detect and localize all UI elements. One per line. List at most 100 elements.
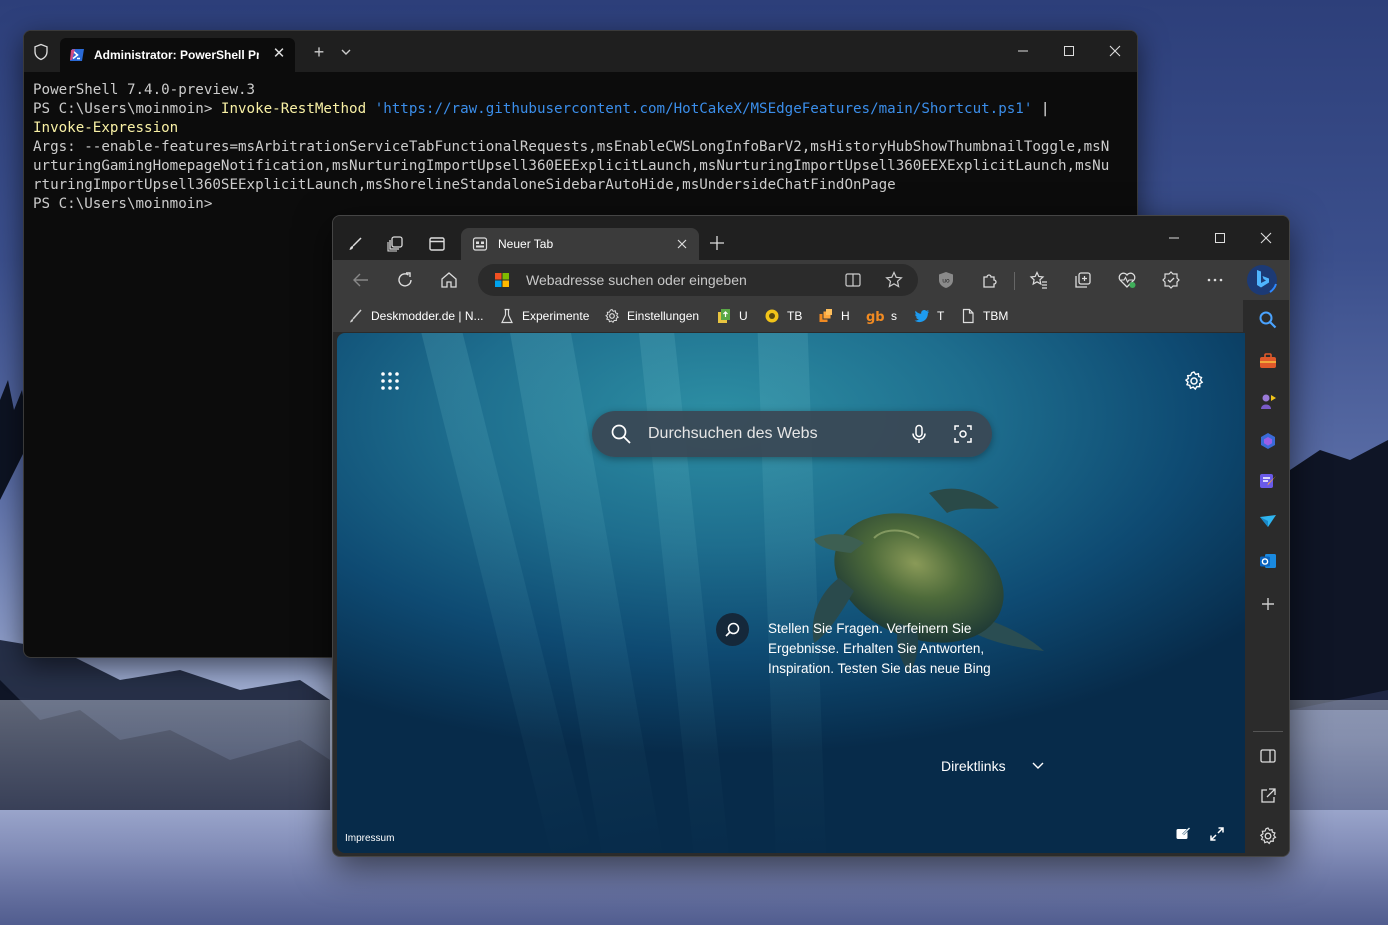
visual-search-icon[interactable] bbox=[952, 423, 974, 445]
maximize-icon[interactable] bbox=[1061, 43, 1077, 59]
flask-icon bbox=[501, 308, 513, 324]
workspace-brush-icon[interactable] bbox=[346, 235, 364, 253]
games-icon[interactable] bbox=[1258, 391, 1278, 411]
search-icon[interactable] bbox=[1258, 310, 1278, 330]
args-output: Args: --enable-features=msArbitrationSer… bbox=[33, 139, 1110, 193]
tab-actions-icon[interactable] bbox=[428, 235, 446, 253]
shield-icon[interactable] bbox=[32, 43, 50, 61]
outlook-icon[interactable] bbox=[1258, 551, 1278, 571]
maximize-icon[interactable] bbox=[1212, 230, 1228, 246]
terminal-tab-title: Administrator: PowerShell Pre bbox=[94, 48, 259, 62]
favorite-tb[interactable]: TB bbox=[764, 306, 802, 326]
quicklinks-toggle[interactable]: Direktlinks bbox=[941, 758, 1006, 774]
close-window-icon[interactable] bbox=[1258, 230, 1274, 246]
pipe-symbol: | bbox=[1032, 101, 1050, 117]
microphone-icon[interactable] bbox=[908, 423, 930, 445]
sidebar-separator bbox=[1253, 731, 1283, 732]
chevron-down-icon[interactable] bbox=[339, 46, 353, 58]
app-launcher-icon[interactable] bbox=[380, 371, 400, 391]
command-url: 'https://raw.githubusercontent.com/HotCa… bbox=[374, 101, 1033, 117]
edge-sidebar[interactable] bbox=[1245, 300, 1289, 856]
favorites-icon[interactable] bbox=[1029, 270, 1049, 290]
prompt-2: PS C:\Users\moinmoin> bbox=[33, 196, 213, 212]
edge-window[interactable]: Neuer Tab Webadresse suchen oder eingebe… bbox=[332, 215, 1290, 857]
office-icon[interactable] bbox=[1258, 431, 1278, 451]
document-icon bbox=[962, 308, 974, 324]
prompt-1: PS C:\Users\moinmoin> bbox=[33, 101, 221, 117]
edge-tabstrip[interactable]: Neuer Tab bbox=[333, 216, 1289, 260]
drop-icon[interactable] bbox=[1258, 511, 1278, 531]
toolbar-separator bbox=[1014, 272, 1015, 290]
minimize-icon[interactable] bbox=[1015, 43, 1031, 59]
fullscreen-icon[interactable] bbox=[1209, 826, 1225, 842]
search-icon bbox=[611, 424, 631, 444]
plus-icon[interactable]: + bbox=[309, 43, 329, 61]
close-icon[interactable]: ✕ bbox=[271, 46, 287, 62]
powershell-icon bbox=[70, 49, 84, 61]
bing-chat-bubble[interactable] bbox=[716, 613, 749, 646]
tools-icon[interactable] bbox=[1258, 351, 1278, 371]
version-line: PowerShell 7.4.0-preview.3 bbox=[33, 82, 256, 98]
favorite-h[interactable]: H bbox=[818, 306, 850, 326]
add-icon[interactable] bbox=[1258, 594, 1278, 614]
favorite-t[interactable]: T bbox=[914, 306, 944, 326]
favorite-s[interactable]: gb s bbox=[866, 306, 897, 326]
command-2: Invoke-Expression bbox=[33, 120, 179, 136]
upload-icon bbox=[718, 309, 730, 323]
minimize-icon[interactable] bbox=[1166, 230, 1182, 246]
twitter-icon bbox=[914, 309, 929, 323]
close-icon[interactable] bbox=[675, 237, 689, 251]
browser-essentials-icon[interactable] bbox=[1161, 270, 1181, 290]
gb-icon: gb bbox=[866, 310, 884, 324]
ublock-icon[interactable]: uo bbox=[936, 270, 956, 290]
terminal-output[interactable]: PowerShell 7.4.0-preview.3 PS C:\Users\m… bbox=[24, 72, 1124, 223]
favorite-u[interactable]: U bbox=[716, 306, 748, 326]
stack-icon bbox=[819, 309, 832, 322]
microsoft-logo-icon bbox=[495, 273, 509, 287]
tab-label: Neuer Tab bbox=[498, 237, 554, 251]
edge-toolbar[interactable]: Webadresse suchen oder eingeben uo bbox=[333, 260, 1289, 300]
favorite-deskmodder[interactable]: Deskmodder.de | N... bbox=[348, 306, 484, 326]
home-icon[interactable] bbox=[439, 270, 459, 290]
more-icon[interactable] bbox=[1205, 270, 1225, 290]
bing-promo-text[interactable]: Stellen Sie Fragen. Verfeinern Sie Ergeb… bbox=[768, 619, 1008, 679]
search-placeholder: Durchsuchen des Webs bbox=[648, 425, 818, 442]
command-1: Invoke-RestMethod bbox=[220, 101, 367, 117]
terminal-tab[interactable]: Administrator: PowerShell Pre ✕ bbox=[60, 38, 295, 72]
favorite-tbm[interactable]: TBM bbox=[960, 306, 1008, 326]
collections-icon[interactable] bbox=[1073, 270, 1093, 290]
favorites-bar[interactable]: Deskmodder.de | N... Experimente Einstel… bbox=[333, 300, 1243, 332]
refresh-icon[interactable] bbox=[395, 270, 415, 290]
hide-sidebar-icon[interactable] bbox=[1258, 746, 1278, 766]
designer-icon[interactable] bbox=[1258, 471, 1278, 491]
split-screen-icon[interactable] bbox=[844, 271, 862, 289]
impressum-link[interactable]: Impressum bbox=[345, 833, 394, 844]
collections-tabs-icon[interactable] bbox=[386, 235, 404, 253]
deskmodder-icon bbox=[350, 309, 362, 323]
plus-icon[interactable] bbox=[709, 235, 725, 251]
bing-chat-icon[interactable] bbox=[1246, 264, 1278, 296]
search-icon bbox=[725, 622, 740, 637]
address-bar[interactable]: Webadresse suchen oder eingeben bbox=[478, 264, 918, 296]
favorite-einstellungen[interactable]: Einstellungen bbox=[604, 306, 699, 326]
back-icon[interactable] bbox=[351, 270, 371, 290]
close-window-icon[interactable] bbox=[1107, 43, 1123, 59]
chevron-down-icon[interactable] bbox=[1031, 760, 1045, 772]
favorite-experimente[interactable]: Experimente bbox=[499, 306, 589, 326]
address-placeholder: Webadresse suchen oder eingeben bbox=[526, 272, 747, 288]
web-search-box[interactable]: Durchsuchen des Webs bbox=[592, 411, 992, 457]
coin-icon bbox=[765, 309, 779, 323]
open-external-icon[interactable] bbox=[1258, 786, 1278, 806]
tab-neuer-tab[interactable]: Neuer Tab bbox=[461, 228, 699, 260]
newtab-page[interactable]: Durchsuchen des Webs Stellen Sie Fragen.… bbox=[337, 333, 1245, 853]
performance-icon[interactable] bbox=[1117, 270, 1137, 290]
gear-icon[interactable] bbox=[1183, 370, 1205, 392]
extensions-icon[interactable] bbox=[980, 270, 1000, 290]
newtab-page-icon bbox=[472, 237, 488, 251]
background-edit-icon[interactable] bbox=[1175, 826, 1191, 842]
svg-text:gb: gb bbox=[866, 310, 884, 324]
favorite-star-icon[interactable] bbox=[884, 270, 904, 290]
terminal-titlebar[interactable]: Administrator: PowerShell Pre ✕ + bbox=[24, 31, 1137, 72]
sidebar-settings-icon[interactable] bbox=[1258, 826, 1278, 846]
gear-icon bbox=[605, 308, 619, 324]
